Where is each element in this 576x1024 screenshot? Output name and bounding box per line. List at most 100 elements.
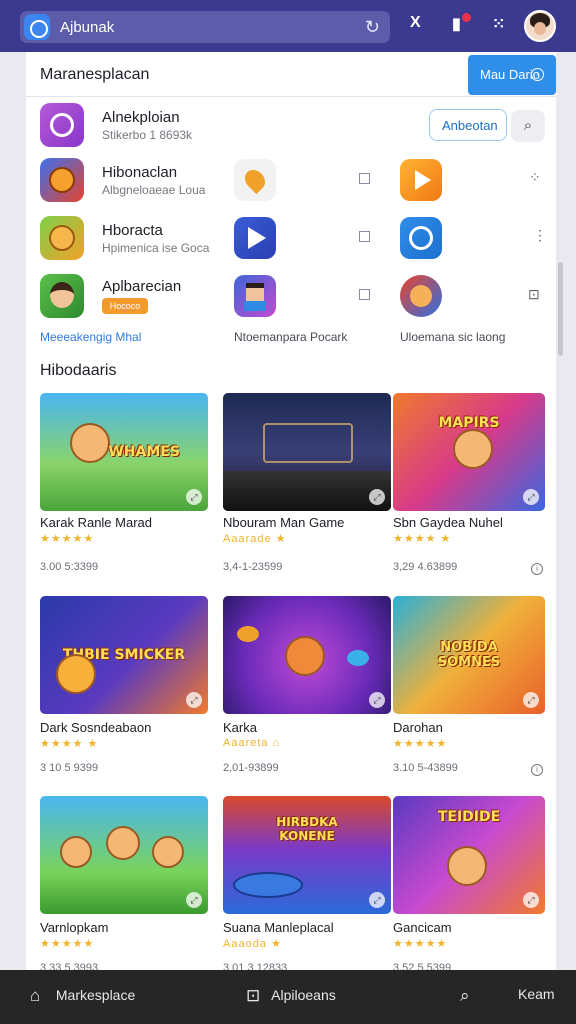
arrow-icon: › [531, 68, 544, 81]
download-count: 3,4-1-23599 [223, 561, 283, 573]
game-card-image[interactable]: WHAMES ⤢ [40, 393, 208, 511]
featured-app-name[interactable]: Alnekploian [102, 109, 180, 126]
rating-stars: ★★★★★ [393, 738, 448, 750]
app-icon-location[interactable] [234, 159, 276, 201]
download-count: 2,01-93899 [223, 762, 279, 774]
rating-stars: ★★★★ ★ [393, 533, 452, 545]
game-title[interactable]: Suana Manleplacal [223, 920, 334, 935]
install-button[interactable]: Anbeotan [429, 109, 507, 141]
game-card-image[interactable]: ⤢ [223, 393, 391, 511]
download-count: 3 10 5 9399 [40, 762, 99, 774]
rating-stars: Aaaoda ★ [223, 938, 282, 950]
fullscreen-icon: ⤢ [369, 892, 385, 908]
panel-title: Maranesplacan [40, 66, 150, 83]
info-icon[interactable]: i [531, 764, 543, 776]
download-count: 3,29 4.63899 [393, 561, 458, 573]
section-title: Hibodaaris [40, 362, 117, 379]
grid-icon[interactable]: ⁙ [492, 14, 505, 34]
caption-1[interactable]: Meeeakengig Mhal [40, 330, 141, 344]
rating-stars: ★★★★★ [40, 533, 95, 545]
app-row-2-sub: Hpimenica ise Goca [102, 241, 210, 255]
home-icon: ⌂ [30, 986, 41, 1005]
fullscreen-icon: ⤢ [186, 489, 202, 505]
rating-stars: ★★★★ ★ [40, 738, 99, 750]
expand-icon[interactable]: ⊡ [528, 286, 540, 303]
address-bar[interactable]: Ajbunak ↻ [20, 11, 390, 43]
download-count: 3.10 5-43899 [393, 762, 458, 774]
nav-marketplace[interactable]: ⌂ Markesplace [30, 986, 135, 1006]
close-icon[interactable]: X [410, 14, 421, 32]
game-title[interactable]: Gancicam [393, 920, 452, 935]
game-card-image[interactable]: NOBIDA SOMNES ⤢ [393, 596, 545, 714]
header-action-button[interactable]: Mau Dario › [468, 55, 556, 95]
nav-label: Alpiloeans [271, 987, 336, 1003]
game-title[interactable]: Darohan [393, 720, 443, 735]
app-row-2-name[interactable]: Hboracta [102, 222, 163, 239]
app-icon-play-orange[interactable] [400, 159, 442, 201]
more-vertical-icon[interactable]: ⋮ [533, 227, 547, 244]
game-card-image[interactable]: HIRBDKA KONENE ⤢ [223, 796, 391, 914]
fullscreen-icon: ⤢ [523, 489, 539, 505]
featured-app-sub: Stikerbo 1 8693k [102, 128, 193, 142]
game-card-image[interactable]: THBIE SMICKER ⤢ [40, 596, 208, 714]
reload-icon[interactable]: ↻ [365, 17, 380, 38]
app-icon-game-3[interactable] [40, 274, 84, 318]
game-title[interactable]: Sbn Gaydea Nuhel [393, 515, 503, 530]
nav-team[interactable]: Keam [518, 986, 555, 1002]
fullscreen-icon: ⤢ [523, 692, 539, 708]
app-icon-game-2[interactable] [40, 216, 84, 260]
panel-header: Maranesplacan Mau Dario › [26, 52, 556, 97]
app-icon-game-round[interactable] [400, 275, 442, 317]
top-bar: Ajbunak ↻ X ▮ ⁙ [0, 0, 576, 52]
search-icon[interactable]: ⌕ [511, 110, 545, 142]
nav-search[interactable]: ⌕ [460, 986, 482, 1006]
fullscreen-icon: ⤢ [523, 892, 539, 908]
game-title[interactable]: Nbouram Man Game [223, 515, 344, 530]
fullscreen-icon: ⤢ [369, 692, 385, 708]
app-icon-featured[interactable] [40, 103, 84, 147]
game-card-image[interactable]: ⤢ [223, 596, 391, 714]
app-icon-game-char[interactable] [234, 275, 276, 317]
game-card-image[interactable]: MAPIRS ⤢ [393, 393, 545, 511]
app-icon-target[interactable] [400, 217, 442, 259]
download-count: 3.00 5:3399 [40, 561, 99, 573]
game-title[interactable]: Karka [223, 720, 257, 735]
app-chat-icon[interactable] [24, 14, 50, 40]
info-icon[interactable]: i [531, 563, 543, 575]
avatar[interactable] [524, 10, 556, 42]
nav-applications[interactable]: ⊡ Alpiloeans [246, 986, 336, 1006]
bookmark-icon[interactable]: ▮ [452, 14, 461, 34]
app-icon-game-1[interactable] [40, 158, 84, 202]
game-title[interactable]: Dark Sosndeabaon [40, 720, 151, 735]
fullscreen-icon: ⤢ [186, 892, 202, 908]
nav-label: Keam [518, 986, 555, 1002]
game-title[interactable]: Karak Ranle Marad [40, 515, 152, 530]
more-icon[interactable]: ⁘ [529, 169, 541, 186]
app-row-1-name[interactable]: Hibonaclan [102, 164, 177, 181]
game-title[interactable]: Varnlopkam [40, 920, 108, 935]
checkbox-row-2[interactable] [359, 231, 370, 242]
checkbox-row-1[interactable] [359, 173, 370, 184]
notification-badge [462, 13, 471, 22]
search-icon: ⌕ [460, 986, 470, 1005]
status-badge: Hococo [102, 298, 148, 314]
game-card-image[interactable]: TEIDIDE ⤢ [393, 796, 545, 914]
rating-stars: Aaarade ★ [223, 533, 287, 545]
app-row-1-sub: Albgneloaeae Loua [102, 183, 206, 197]
bottom-nav: ⌂ Markesplace ⊡ Alpiloeans ⌕ Keam [0, 970, 576, 1024]
game-card-image[interactable]: ⤢ [40, 796, 208, 914]
nav-label: Markesplace [55, 987, 136, 1003]
apps-icon: ⊡ [246, 986, 261, 1005]
rating-stars: ★★★★★ [40, 938, 95, 950]
caption-2[interactable]: Ntoemanpara Pocark [234, 330, 347, 344]
rating-stars: ★★★★★ [393, 938, 448, 950]
checkbox-row-3[interactable] [359, 289, 370, 300]
app-icon-play-blue[interactable] [234, 217, 276, 259]
app-row-3-name[interactable]: Aplbarecian [102, 278, 181, 295]
address-text[interactable]: Ajbunak [60, 19, 114, 36]
fullscreen-icon: ⤢ [186, 692, 202, 708]
fullscreen-icon: ⤢ [369, 489, 385, 505]
scrollbar[interactable] [558, 262, 563, 356]
caption-3[interactable]: Uloemana sic laong [400, 330, 505, 344]
rating-stars: Aaareta ⌂ [223, 737, 281, 749]
